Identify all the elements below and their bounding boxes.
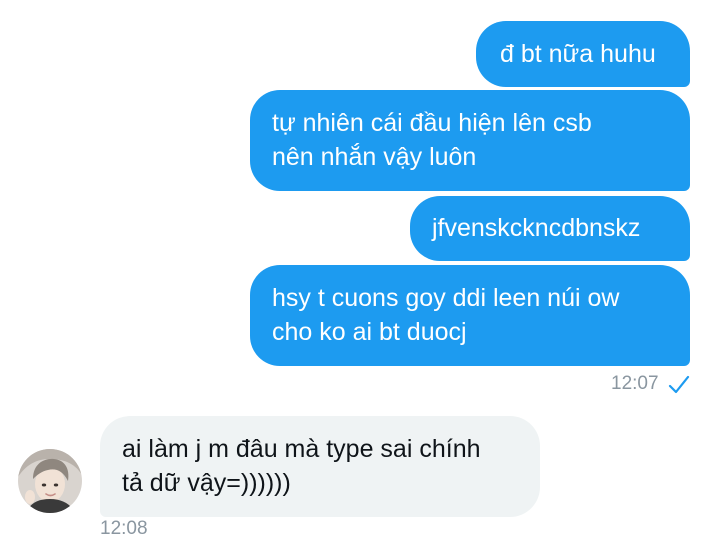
sent-message-bubble[interactable]: jfvenskckncdbnskz <box>410 196 690 261</box>
sent-message-bubble[interactable]: đ bt nữa huhu <box>476 21 690 87</box>
received-timestamp: 12:08 <box>100 518 148 539</box>
message-line: đ bt nữa huhu <box>500 40 656 68</box>
message-line: tả dữ vậy=)))))) <box>122 469 291 497</box>
avatar[interactable] <box>18 449 82 513</box>
message-line: jfvenskckncdbnskz <box>432 214 641 242</box>
message-line: hsy t cuons goy ddi leen núi ow <box>272 284 620 312</box>
received-message-bubble[interactable]: ai làm j m đâu mà type sai chính tả dữ v… <box>100 416 540 517</box>
message-line: tự nhiên cái đầu hiện lên csb <box>272 109 592 137</box>
message-line: ai làm j m đâu mà type sai chính <box>122 435 481 463</box>
message-line: nên nhắn vậy luôn <box>272 143 477 171</box>
sent-message-bubble[interactable]: hsy t cuons goy ddi leen núi ow cho ko a… <box>250 265 690 366</box>
avatar-photo <box>18 449 82 513</box>
sent-timestamp: 12:07 <box>611 373 659 394</box>
sent-message-bubble[interactable]: tự nhiên cái đầu hiện lên csb nên nhắn v… <box>250 90 690 191</box>
check-icon <box>668 375 690 394</box>
message-line: cho ko ai bt duocj <box>272 318 467 346</box>
